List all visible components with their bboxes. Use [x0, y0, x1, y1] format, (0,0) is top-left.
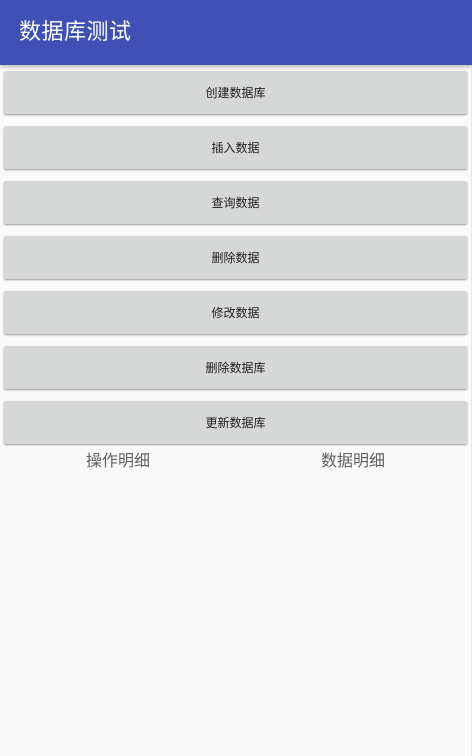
- delete-database-button[interactable]: 删除数据库: [4, 346, 467, 389]
- create-database-button[interactable]: 创建数据库: [4, 71, 467, 114]
- app-title: 数据库测试: [19, 20, 132, 45]
- query-data-button[interactable]: 查询数据: [4, 181, 467, 224]
- app-bar: 数据库测试: [0, 0, 472, 65]
- upgrade-database-button[interactable]: 更新数据库: [4, 401, 467, 444]
- insert-data-button[interactable]: 插入数据: [4, 126, 467, 169]
- data-detail-label: 数据明细: [321, 451, 386, 470]
- update-data-button[interactable]: 修改数据: [4, 291, 467, 334]
- delete-data-button[interactable]: 删除数据: [4, 236, 467, 279]
- operation-detail-label: 操作明细: [86, 451, 151, 470]
- detail-row: 操作明细 数据明细: [0, 448, 472, 474]
